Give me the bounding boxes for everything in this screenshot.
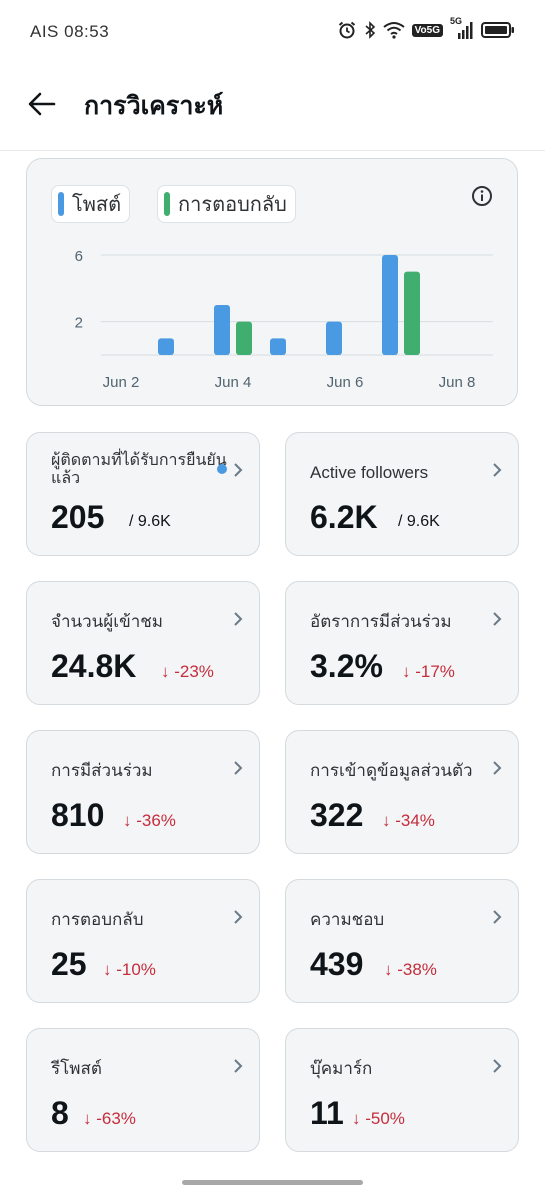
tile-value: 205 [51, 499, 105, 535]
chevron-right-icon [234, 761, 243, 775]
tile-label: รีโพสต์ [51, 1059, 102, 1079]
chart-bar [326, 321, 342, 355]
tile-value: 25 [51, 946, 87, 982]
chevron-right-icon [234, 612, 243, 626]
tile-value: 322 [310, 797, 364, 833]
tile-bookmarks[interactable]: บุ๊คมาร์ก 11 ↓ -50% [285, 1028, 519, 1152]
legend-replies-label: การตอบกลับ [178, 192, 287, 216]
legend-posts[interactable]: โพสต์ [51, 185, 131, 223]
tile-change: ↓ -36% [123, 811, 176, 830]
tile-replies[interactable]: การตอบกลับ 25 ↓ -10% [26, 879, 260, 1003]
x-tick-label: Jun 4 [215, 374, 252, 391]
tile-verified-followers[interactable]: ผู้ติดตามที่ได้รับการยืนยันแล้ว 205 / 9.… [26, 432, 260, 556]
tile-label: ความชอบ [310, 910, 385, 930]
page-title: การวิเคราะห์ [84, 91, 224, 120]
header: การวิเคราะห์ [0, 60, 545, 151]
chevron-right-icon [493, 910, 502, 924]
tile-reposts[interactable]: รีโพสต์ 8 ↓ -63% [26, 1028, 260, 1152]
tile-engagement-rate[interactable]: อัตราการมีส่วนร่วม 3.2% ↓ -17% [285, 581, 519, 705]
tile-label: การมีส่วนร่วม [51, 761, 153, 781]
tile-value: 8 [51, 1095, 69, 1131]
chart-bar [270, 338, 286, 355]
tile-label: อัตราการมีส่วนร่วม [310, 612, 452, 632]
legend-replies[interactable]: การตอบกลับ [157, 185, 296, 223]
carrier-time: AIS 08:53 [30, 22, 110, 41]
chevron-right-icon [234, 910, 243, 924]
chart-bar [158, 338, 174, 355]
tile-change: ↓ -10% [103, 960, 156, 979]
bluetooth-icon [365, 21, 375, 39]
tile-label: ผู้ติดตามที่ได้รับการยืนยันแล้ว [51, 450, 227, 487]
chart-bar [236, 321, 252, 355]
chevron-right-icon [234, 1059, 243, 1073]
y-tick-label: 6 [75, 248, 83, 265]
chart-card: โพสต์ การตอบกลับ 6 2 Jun 2 Jun 4 Jun 6 Jun 8 [26, 158, 518, 406]
tile-label: บุ๊คมาร์ก [310, 1059, 373, 1079]
tile-value: 11 [310, 1095, 344, 1131]
bar-chart: 6 2 Jun 2 Jun 4 Jun 6 Jun 8 [75, 248, 493, 391]
tile-sub: / 9.6K [129, 513, 171, 530]
battery-icon [481, 22, 514, 38]
tile-engagements[interactable]: การมีส่วนร่วม 810 ↓ -36% [26, 730, 260, 854]
tile-change: ↓ -50% [352, 1109, 405, 1128]
tile-label: การตอบกลับ [51, 910, 144, 930]
tile-views[interactable]: จำนวนผู้เข้าชม 24.8K ↓ -23% [26, 581, 260, 705]
tile-change: ↓ -17% [402, 662, 455, 681]
tile-value: 810 [51, 797, 105, 833]
verified-badge-icon [217, 464, 227, 474]
legend-posts-label: โพสต์ [72, 192, 122, 216]
chevron-right-icon [493, 761, 502, 775]
chart-bar [382, 255, 398, 355]
tile-sub: / 9.6K [398, 513, 440, 530]
back-arrow-icon[interactable] [26, 88, 58, 120]
tile-change: ↓ -23% [161, 662, 214, 681]
chart-bar [404, 271, 420, 355]
chart-bar [214, 305, 230, 355]
chevron-right-icon [493, 463, 502, 477]
y-tick-label: 2 [75, 315, 83, 332]
alarm-icon [338, 21, 355, 39]
x-tick-label: Jun 8 [439, 374, 476, 391]
x-tick-label: Jun 2 [103, 374, 140, 391]
tile-value: 3.2% [310, 648, 383, 684]
tile-value: 439 [310, 946, 364, 982]
status-icons: Vo5G 5G [337, 16, 515, 40]
tile-change: ↓ -34% [382, 811, 435, 830]
info-icon[interactable] [471, 185, 493, 207]
tile-value: 6.2K [310, 499, 378, 535]
tile-likes[interactable]: ความชอบ 439 ↓ -38% [285, 879, 519, 1003]
tile-active-followers[interactable]: Active followers 6.2K / 9.6K [285, 432, 519, 556]
tile-profile-visits[interactable]: การเข้าดูข้อมูลส่วนตัว 322 ↓ -34% [285, 730, 519, 854]
tile-value: 24.8K [51, 648, 137, 684]
status-bar: AIS 08:53 Vo5G 5G [0, 0, 545, 60]
chevron-right-icon [493, 1059, 502, 1073]
home-indicator[interactable] [182, 1180, 363, 1185]
volte-badge: Vo5G [411, 23, 443, 37]
signal-icon: 5G [450, 16, 474, 40]
wifi-icon [382, 22, 405, 39]
chevron-right-icon [493, 612, 502, 626]
legend-replies-swatch [164, 192, 170, 216]
legend-posts-swatch [58, 192, 64, 216]
tile-change: ↓ -38% [384, 960, 437, 979]
tile-change: ↓ -63% [83, 1109, 136, 1128]
chevron-right-icon [234, 463, 243, 477]
tile-label: Active followers [310, 463, 429, 482]
tile-label: การเข้าดูข้อมูลส่วนตัว [310, 761, 473, 781]
tile-label: จำนวนผู้เข้าชม [51, 612, 163, 632]
x-tick-label: Jun 6 [327, 374, 364, 391]
